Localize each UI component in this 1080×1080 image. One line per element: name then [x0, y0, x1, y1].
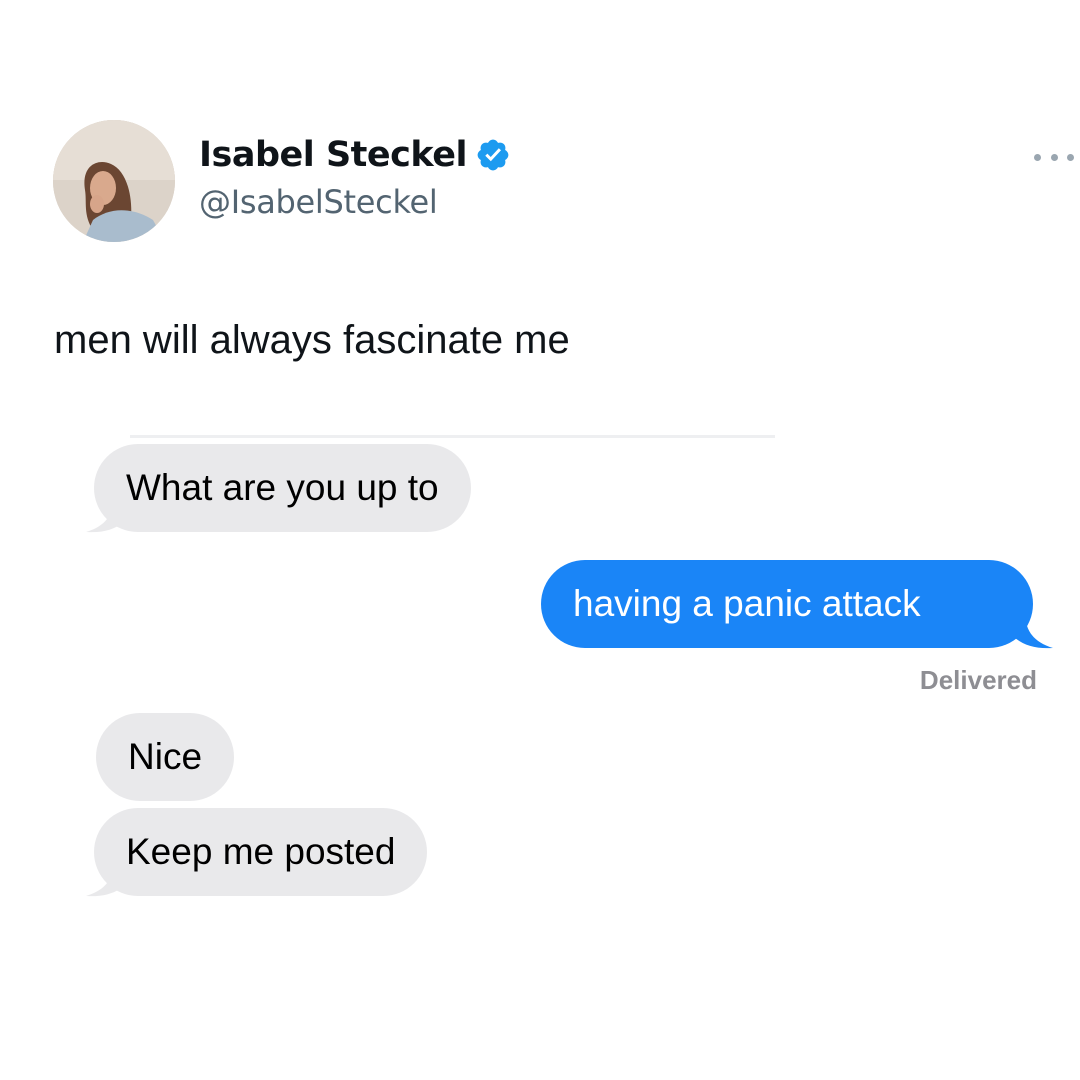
message-bubble-received[interactable]: Keep me posted	[94, 808, 428, 896]
message-text: Keep me posted	[126, 831, 396, 872]
author-name-row[interactable]: Isabel Steckel	[199, 132, 511, 178]
message-text: Nice	[128, 736, 203, 777]
author-avatar[interactable]	[53, 120, 175, 242]
message-bubble-received[interactable]: What are you up to	[94, 444, 471, 532]
author-name[interactable]: Isabel Steckel	[199, 135, 467, 175]
delivered-status: Delivered	[919, 665, 1037, 695]
message-text: having a panic attack	[573, 583, 921, 624]
more-dot	[1050, 153, 1058, 161]
message-bubble-sent[interactable]: having a panic attack	[541, 560, 1033, 648]
message-bubble-received[interactable]: Nice	[96, 713, 235, 801]
tweet-text: men will always fascinate me	[54, 318, 570, 362]
message-text: What are you up to	[126, 467, 439, 508]
divider	[130, 435, 775, 438]
verified-badge-icon	[475, 137, 511, 173]
author-handle[interactable]: @IsabelSteckel	[199, 183, 438, 221]
more-options-icon[interactable]	[1034, 150, 1074, 164]
more-dot	[1067, 153, 1074, 161]
more-dot	[1034, 153, 1041, 161]
